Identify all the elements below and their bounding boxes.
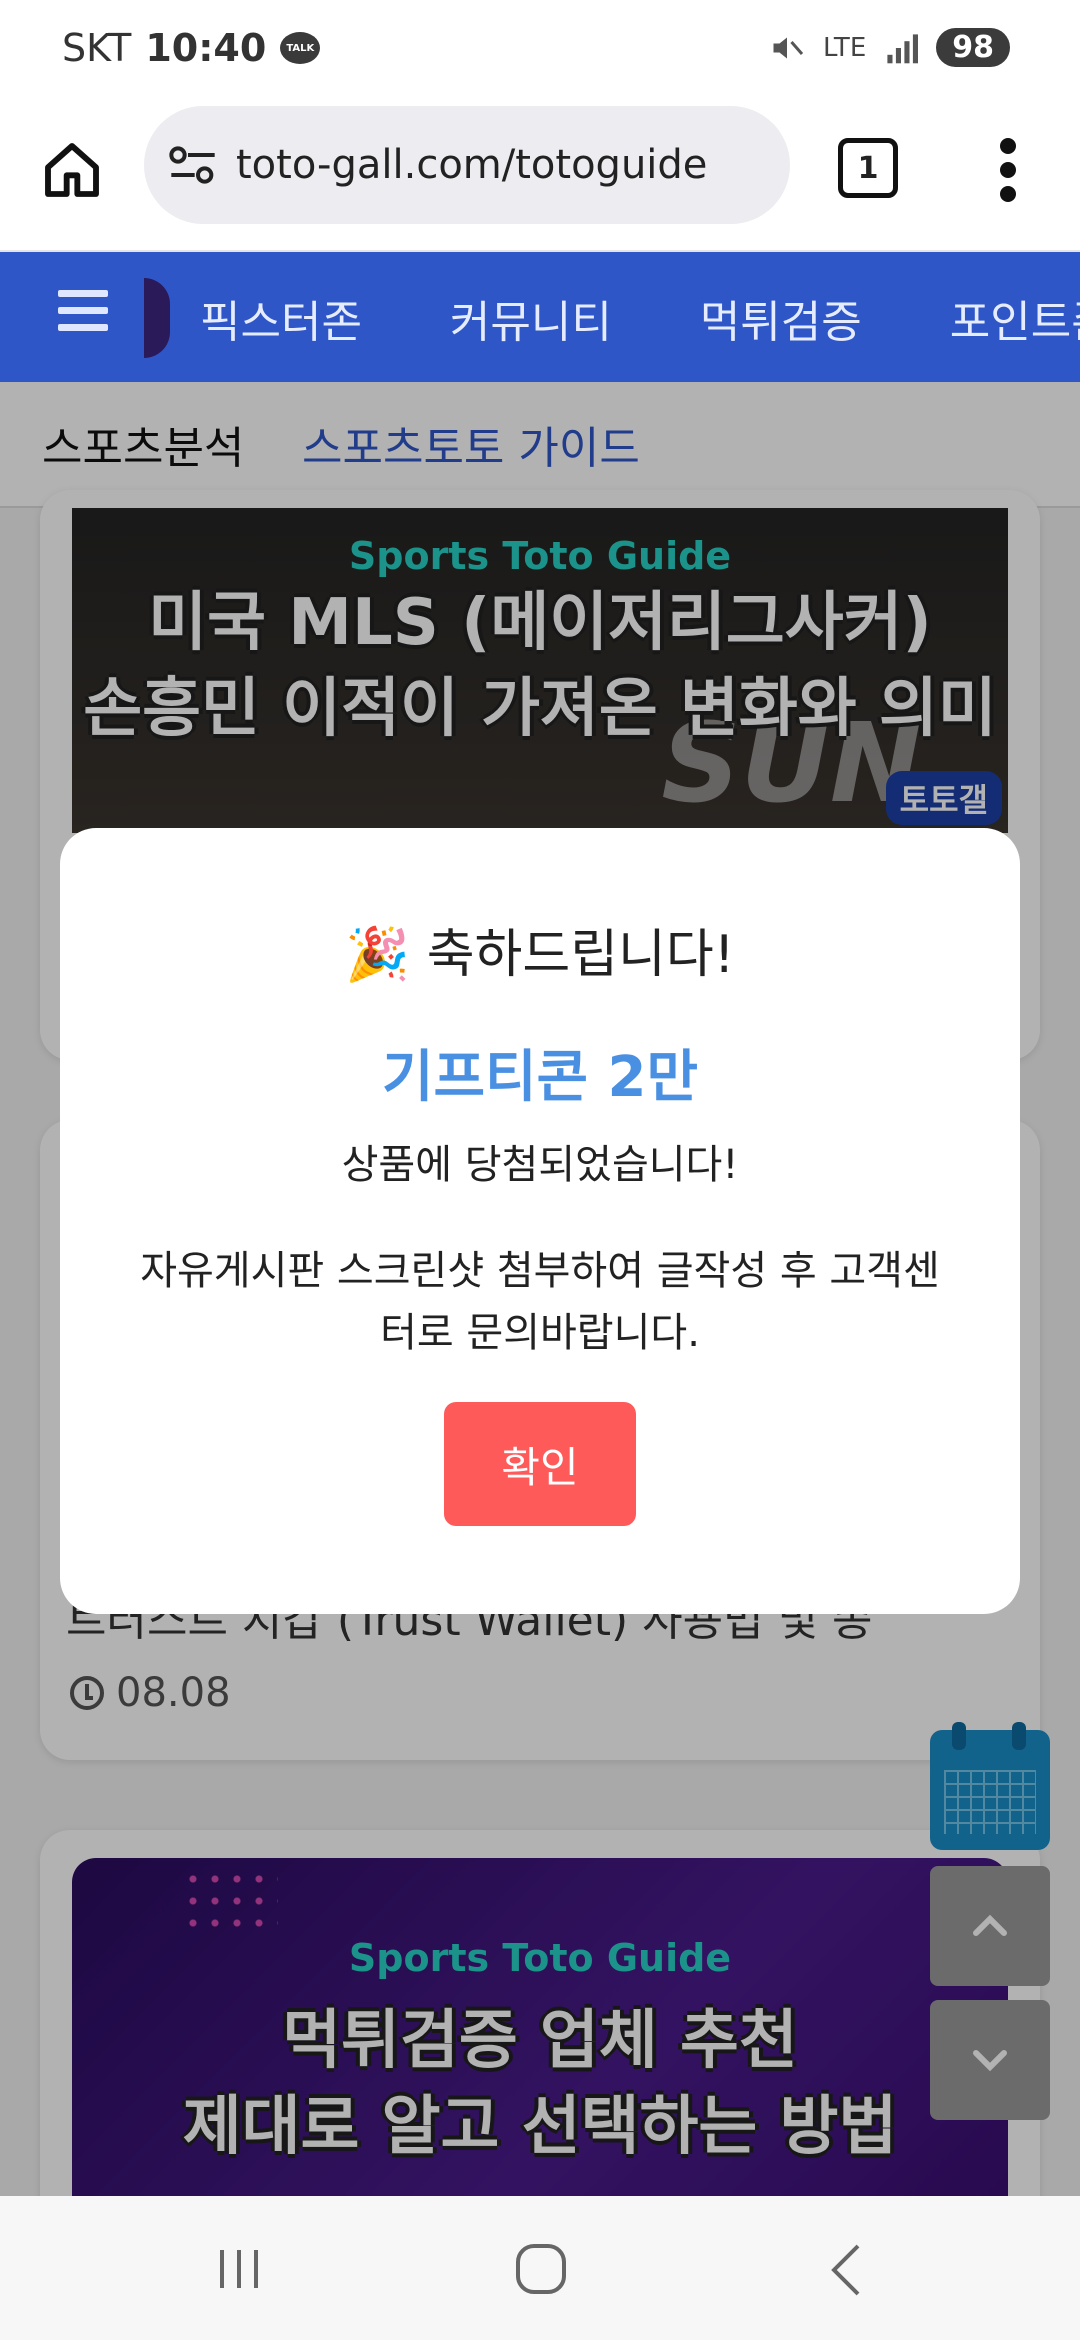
win-message: 상품에 당첨되었습니다! (341, 1142, 739, 1188)
nav-item-community[interactable]: 커뮤니티 (450, 286, 612, 350)
mute-icon (773, 37, 804, 58)
browser-address-bar: toto-gall.com/totoguide 1 (0, 100, 1080, 252)
hamburger-menu-icon[interactable] (58, 290, 108, 340)
nav-item-scam-verify[interactable]: 먹튀검증 (700, 286, 862, 350)
back-icon[interactable] (826, 2240, 866, 2300)
dialog-title: 🎉 축하드립니다! (60, 912, 1020, 987)
home-nav-icon[interactable] (514, 2242, 568, 2296)
url-field[interactable]: toto-gall.com/totoguide (144, 106, 790, 224)
kakaotalk-icon: TALK (280, 32, 321, 64)
url-text: toto-gall.com/totoguide (236, 142, 708, 188)
site-settings-icon[interactable] (168, 145, 218, 185)
dialog-title-text: 축하드립니다! (426, 925, 735, 985)
status-bar: SKT 10:40 TALK LTE 98 (0, 0, 1080, 100)
prize-dialog: 🎉 축하드립니다! 기프티콘 2만 상품에 당첨되었습니다! 자유게시판 스크린… (60, 828, 1020, 1614)
system-nav-bar (0, 2196, 1080, 2340)
instruction-text: 자유게시판 스크린샷 첨부하여 글작성 후 고객센터로 문의바랍니다. (140, 1248, 940, 1356)
kakaotalk-label: TALK (286, 42, 315, 54)
tab-switcher-button[interactable]: 1 (838, 138, 898, 198)
more-options-icon[interactable] (996, 138, 1020, 202)
confirm-button[interactable]: 확인 (444, 1402, 636, 1526)
clock-time: 10:40 (145, 26, 267, 70)
prize-name: 기프티콘 2만 (381, 1045, 699, 1110)
home-icon[interactable] (40, 138, 104, 202)
site-logo[interactable] (144, 278, 170, 358)
party-popper-icon: 🎉 (345, 925, 411, 985)
tab-count: 1 (857, 150, 879, 186)
nav-item-pickster-zone[interactable]: 픽스터존 (200, 286, 362, 350)
nav-item-point-zone[interactable]: 포인트존 (950, 286, 1080, 350)
network-type: LTE (823, 32, 867, 63)
site-nav: 픽스터존 커뮤니티 먹튀검증 포인트존 (0, 252, 1080, 382)
carrier: SKT (62, 26, 132, 70)
battery-indicator: 98 (936, 28, 1010, 67)
recent-apps-icon[interactable] (214, 2244, 264, 2294)
signal-icon (887, 33, 919, 63)
